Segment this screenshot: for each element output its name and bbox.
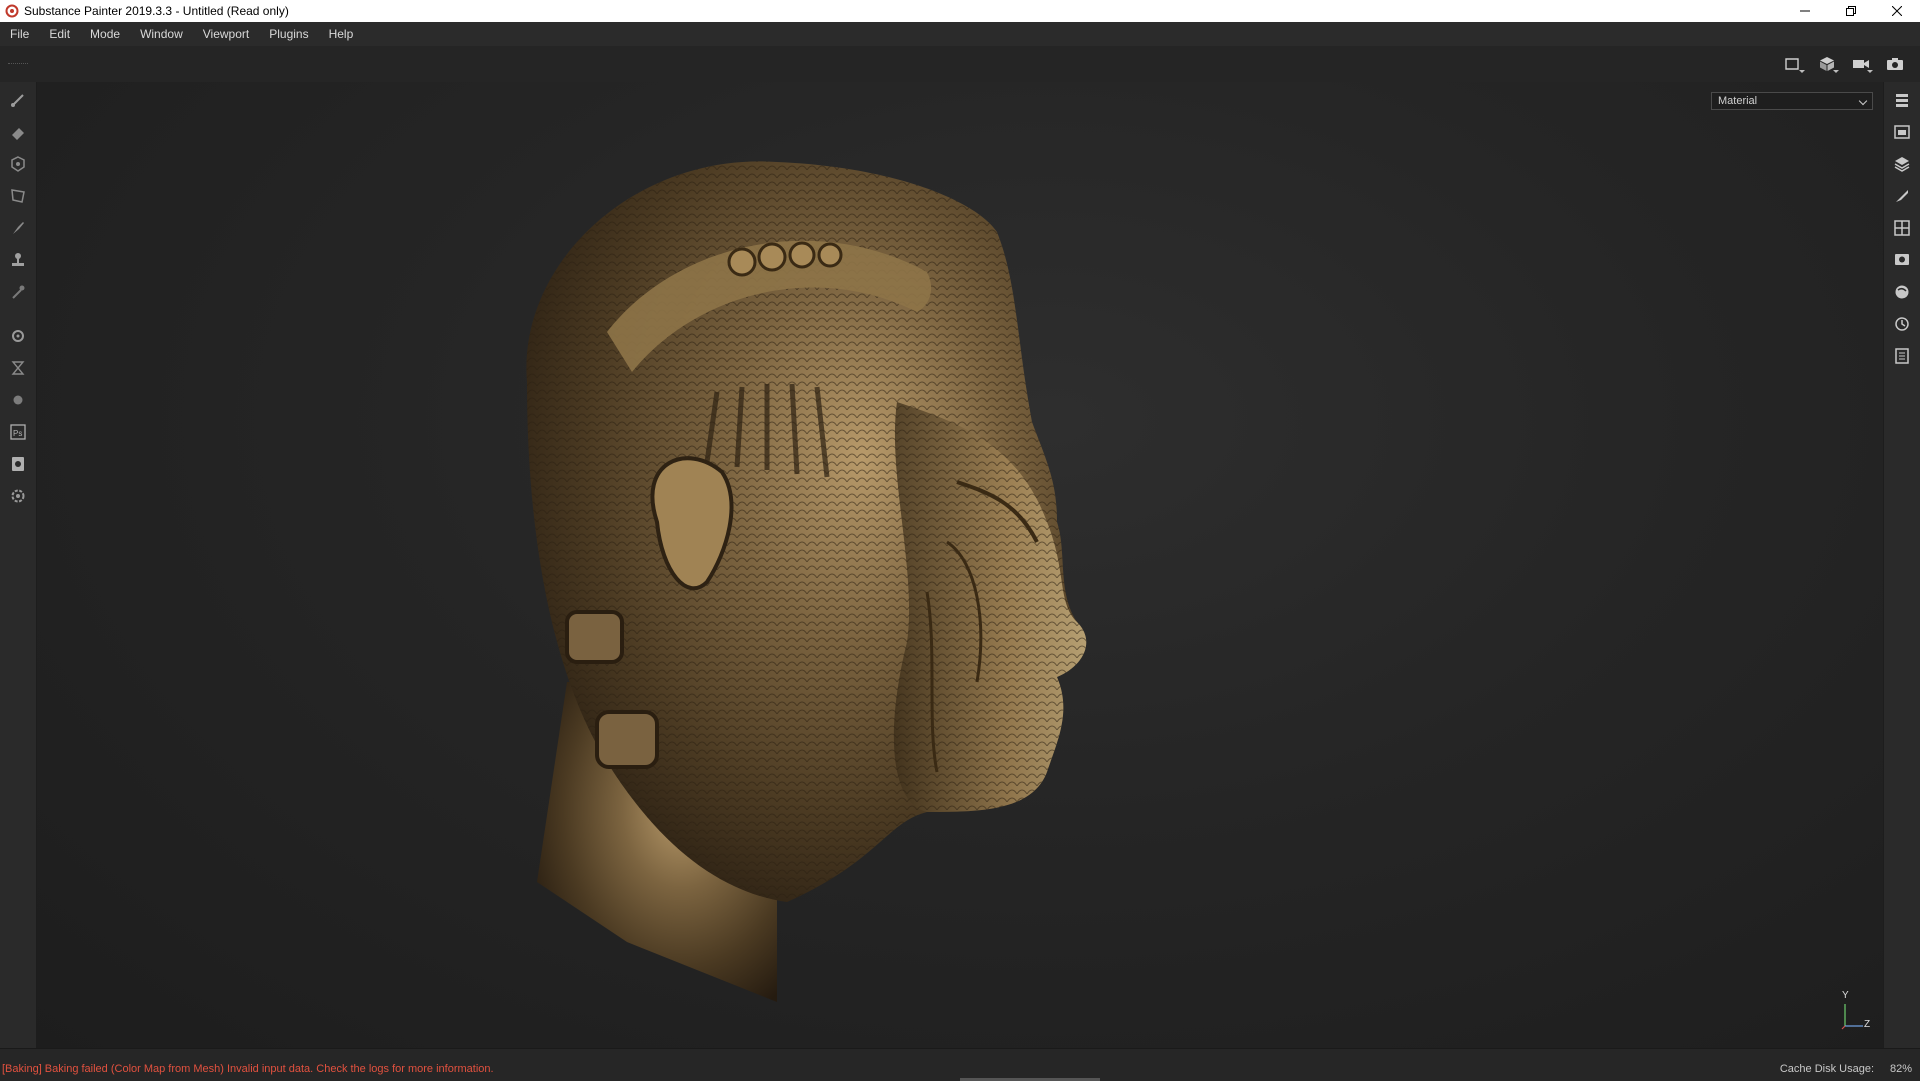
photoshop-export-icon[interactable]: Ps: [6, 420, 30, 444]
left-toolbar: Ps: [0, 82, 37, 1048]
material-sphere-icon[interactable]: [6, 388, 30, 412]
screenshot-icon[interactable]: [1882, 52, 1908, 76]
menu-help[interactable]: Help: [319, 22, 364, 46]
menu-edit[interactable]: Edit: [39, 22, 80, 46]
toolbar-grip[interactable]: [8, 63, 28, 66]
restore-icon[interactable]: [1828, 0, 1874, 22]
2d-view-icon[interactable]: [1780, 52, 1806, 76]
menu-viewport[interactable]: Viewport: [193, 22, 259, 46]
brush-properties-icon[interactable]: [1890, 184, 1914, 208]
viewport-mode-select[interactable]: Material: [1711, 92, 1873, 110]
hourglass-icon[interactable]: [6, 356, 30, 380]
top-toolbar: [0, 46, 1920, 82]
eraser-icon[interactable]: [6, 120, 30, 144]
3d-viewport[interactable]: Material Y Z: [37, 82, 1883, 1048]
clone-stamp-icon[interactable]: [6, 248, 30, 272]
window-title: Substance Painter 2019.3.3 - Untitled (R…: [24, 4, 289, 18]
viewer-settings-icon[interactable]: [1890, 248, 1914, 272]
color-picker-icon[interactable]: [6, 280, 30, 304]
menu-mode[interactable]: Mode: [80, 22, 130, 46]
layers-icon[interactable]: [1890, 88, 1914, 112]
texture-set-icon[interactable]: [1890, 120, 1914, 144]
menu-window[interactable]: Window: [130, 22, 193, 46]
cache-disk-usage-value: 82%: [1889, 1063, 1912, 1075]
polygon-fill-icon[interactable]: [6, 184, 30, 208]
history-icon[interactable]: [1890, 312, 1914, 336]
projection-icon[interactable]: [6, 152, 30, 176]
right-toolbar: [1883, 82, 1920, 1048]
close-icon[interactable]: [1874, 0, 1920, 22]
status-error-message[interactable]: [Baking] Baking failed (Color Map from M…: [2, 1063, 494, 1075]
plugin-gear-icon[interactable]: [6, 484, 30, 508]
display-settings-icon[interactable]: [1890, 216, 1914, 240]
substance-painter-logo-icon: [4, 3, 20, 19]
smudge-icon[interactable]: [6, 216, 30, 240]
bake-settings-icon[interactable]: [6, 324, 30, 348]
sculpted-head-model: [526, 161, 1087, 1002]
shelf-icon[interactable]: [1890, 280, 1914, 304]
menu-plugins[interactable]: Plugins: [259, 22, 318, 46]
axis-z-label: Z: [1864, 1019, 1871, 1030]
axis-gizmo: Y Z: [1833, 990, 1873, 1034]
document-export-icon[interactable]: [6, 452, 30, 476]
3d-view-icon[interactable]: [1814, 52, 1840, 76]
chevron-down-icon: [1858, 96, 1868, 106]
paint-brush-icon[interactable]: [6, 88, 30, 112]
viewport-mode-value: Material: [1718, 95, 1758, 107]
menu-bar: File Edit Mode Window Viewport Plugins H…: [0, 22, 1920, 47]
log-icon[interactable]: [1890, 344, 1914, 368]
camera-icon[interactable]: [1848, 52, 1874, 76]
minimize-icon[interactable]: [1782, 0, 1828, 22]
title-bar: Substance Painter 2019.3.3 - Untitled (R…: [0, 0, 1920, 22]
svg-text:Ps: Ps: [13, 429, 22, 438]
status-bar: [Baking] Baking failed (Color Map from M…: [0, 1048, 1920, 1081]
menu-file[interactable]: File: [0, 22, 39, 46]
cache-disk-usage-label: Cache Disk Usage:: [1779, 1063, 1874, 1075]
axis-y-label: Y: [1842, 990, 1849, 1001]
stack-icon[interactable]: [1890, 152, 1914, 176]
